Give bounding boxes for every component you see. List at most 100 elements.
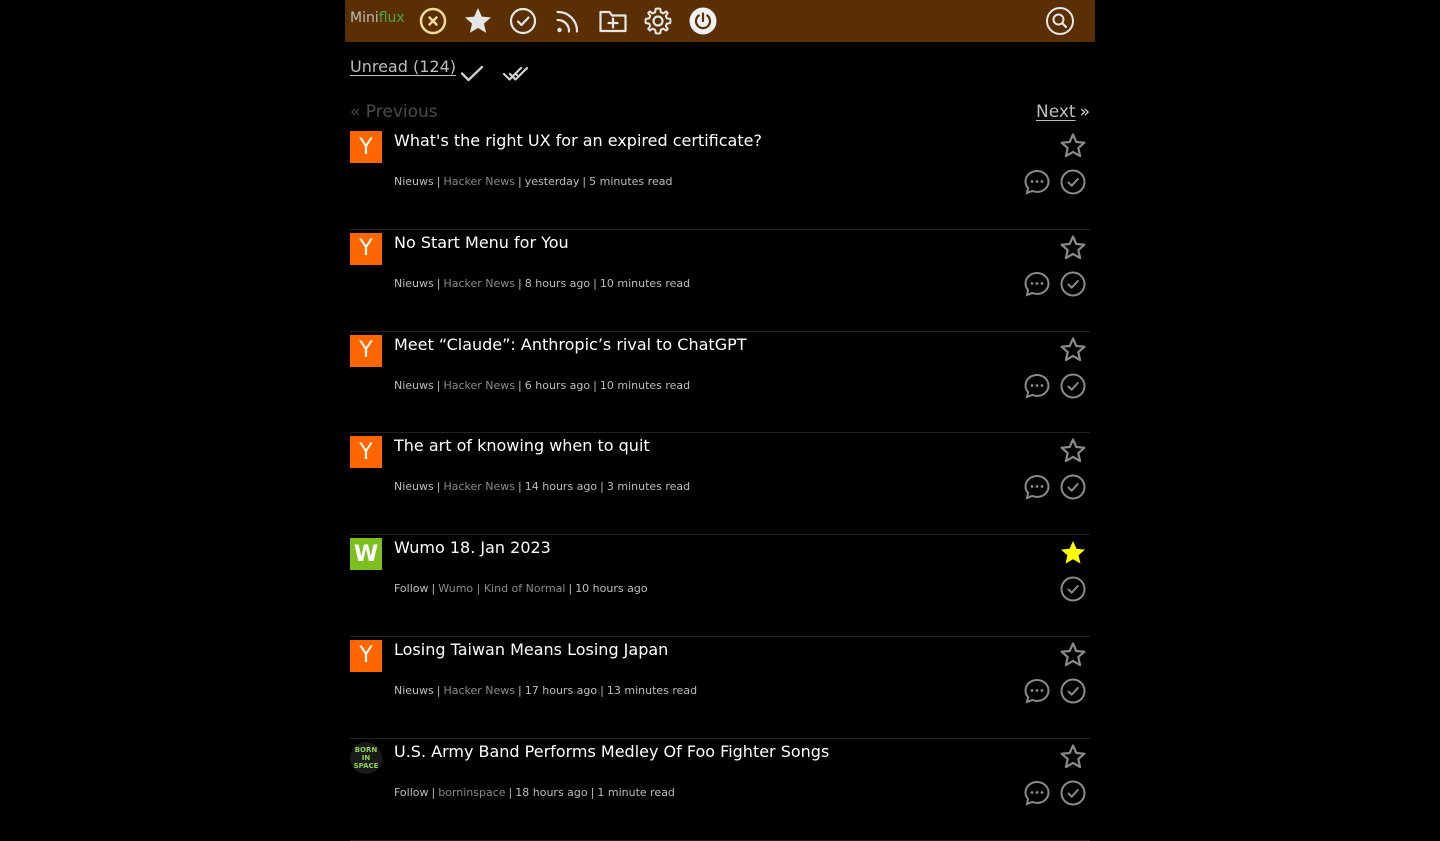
history-icon[interactable]: [507, 5, 539, 37]
entry-category-link[interactable]: Follow: [394, 582, 429, 595]
entry-category-link[interactable]: Follow: [394, 786, 429, 799]
entry-reading-time: 1 minute read: [597, 785, 675, 799]
entry-item: BORN IN SPACE U.S. Army Band Performs Med…: [350, 739, 1090, 841]
meta-separator: |: [436, 378, 441, 392]
entry-title-link[interactable]: What's the right UX for an expired certi…: [394, 131, 762, 150]
unread-icon[interactable]: [417, 5, 449, 37]
entry-date: yesterday: [524, 175, 580, 188]
comments-icon[interactable]: [1022, 167, 1052, 197]
feeds-icon[interactable]: [552, 5, 584, 37]
entry-item: Y Meet “Claude”: Anthropic’s rival to Cha…: [350, 332, 1090, 434]
mark-read-icon[interactable]: [1058, 371, 1088, 401]
mark-all-read-button[interactable]: [502, 59, 530, 87]
mark-read-icon[interactable]: [1058, 574, 1088, 604]
meta-separator: |: [518, 480, 522, 494]
meta-separator: |: [593, 276, 597, 290]
meta-separator: |: [431, 582, 436, 596]
comments-icon[interactable]: [1022, 676, 1052, 706]
app-logo[interactable]: Miniflux: [350, 10, 405, 26]
entry-reading-time: 10 minutes read: [599, 276, 691, 290]
meta-separator: |: [590, 785, 595, 799]
entry-date: 14 hours ago: [524, 480, 598, 494]
entry-title-link[interactable]: Losing Taiwan Means Losing Japan: [394, 640, 668, 659]
meta-separator: |: [431, 785, 436, 799]
comments-icon[interactable]: [1022, 269, 1052, 299]
star-icon[interactable]: [1058, 640, 1088, 670]
logout-icon[interactable]: [687, 5, 719, 37]
entry-category-link[interactable]: Nieuws: [394, 480, 434, 493]
search-icon[interactable]: [1044, 5, 1076, 37]
mark-read-icon[interactable]: [1058, 472, 1088, 502]
meta-separator: |: [518, 378, 522, 392]
starred-icon[interactable]: [462, 5, 494, 37]
meta-separator: |: [600, 683, 604, 697]
mark-read-icon[interactable]: [1058, 269, 1088, 299]
unread-count-link[interactable]: Unread (124): [350, 57, 456, 76]
mark-read-icon[interactable]: [1058, 778, 1088, 808]
settings-icon[interactable]: [642, 5, 674, 37]
meta-separator: |: [436, 480, 441, 494]
entry-reading-time: 13 minutes read: [606, 683, 698, 697]
next-page-link[interactable]: Next»: [1036, 102, 1090, 122]
entry-title-link[interactable]: Meet “Claude”: Anthropic’s rival to Chat…: [394, 335, 747, 354]
feed-icon: Y: [350, 334, 382, 367]
categories-icon[interactable]: [597, 5, 629, 37]
star-icon[interactable]: [1058, 742, 1088, 772]
comments-icon[interactable]: [1022, 371, 1052, 401]
feed-icon: Y: [350, 436, 382, 469]
feed-icon: Y: [350, 232, 382, 265]
entry-category-link[interactable]: Nieuws: [394, 379, 434, 392]
entry-date: 6 hours ago: [524, 378, 591, 392]
top-navigation-bar: Miniflux: [345, 0, 1095, 42]
starred-star-icon[interactable]: [1058, 538, 1088, 568]
entry-reading-time: 10 minutes read: [599, 378, 691, 392]
star-icon[interactable]: [1058, 436, 1088, 466]
entry-category-link[interactable]: Nieuws: [394, 175, 434, 188]
meta-separator: |: [582, 175, 587, 188]
meta-separator: |: [436, 276, 441, 290]
mark-page-read-button[interactable]: [458, 59, 486, 87]
entry-meta: Follow | borninspace | 18 hours ago | 1 minute…: [394, 786, 675, 799]
star-icon[interactable]: [1058, 335, 1088, 365]
entry-feed-link[interactable]: Hacker News: [443, 480, 515, 493]
entry-meta: Nieuws | Hacker News | 17 hours ago | 13 minut…: [394, 684, 697, 697]
entry-title-link[interactable]: U.S. Army Band Performs Medley Of Foo Fi…: [394, 742, 829, 761]
meta-separator: |: [436, 175, 441, 188]
comments-icon[interactable]: [1022, 472, 1052, 502]
entry-reading-time: 3 minutes read: [606, 480, 691, 494]
entry-item: Y Losing Taiwan Means Losing Japan Nieuws |…: [350, 637, 1090, 739]
entry-title-link[interactable]: No Start Menu for You: [394, 233, 569, 252]
entry-item: Y No Start Menu for You Nieuws | Hacker News…: [350, 230, 1090, 332]
star-icon[interactable]: [1058, 131, 1088, 161]
mark-read-icon[interactable]: [1058, 676, 1088, 706]
mark-read-icon[interactable]: [1058, 167, 1088, 197]
entry-list: Y What's the right UX for an expired cert…: [350, 128, 1090, 841]
app-container: Miniflux Unread (124) « Previous Next » …: [345, 0, 1095, 841]
entry-item: W Wumo 18. Jan 2023 Follow | Wumo | Kind of …: [350, 535, 1090, 637]
entry-feed-link[interactable]: Hacker News: [443, 175, 515, 188]
entry-meta: Follow | Wumo | Kind of Normal | 10 hours ag…: [394, 582, 648, 595]
comments-icon[interactable]: [1022, 778, 1052, 808]
entry-feed-link[interactable]: Hacker News: [443, 379, 515, 392]
meta-separator: |: [508, 785, 513, 799]
entry-title-link[interactable]: Wumo 18. Jan 2023: [394, 538, 551, 557]
entry-item: Y The art of knowing when to quit Nieuws | H…: [350, 433, 1090, 536]
check-icon: [460, 65, 484, 82]
meta-separator: |: [518, 175, 522, 188]
entry-feed-link[interactable]: Wumo | Kind of Normal: [438, 582, 565, 595]
entry-feed-link[interactable]: borninspace: [438, 786, 505, 799]
entry-item: Y What's the right UX for an expired cert…: [350, 128, 1090, 230]
meta-separator: |: [518, 276, 522, 290]
meta-separator: |: [568, 582, 573, 596]
entry-meta: Nieuws | Hacker News | yesterday | 5 minutes r…: [394, 175, 672, 188]
entry-date: 18 hours ago: [515, 785, 588, 799]
entry-meta: Nieuws | Hacker News | 14 hours ago | 3 minute…: [394, 480, 690, 493]
entry-category-link[interactable]: Nieuws: [394, 277, 434, 290]
star-icon[interactable]: [1058, 233, 1088, 263]
entry-title-link[interactable]: The art of knowing when to quit: [394, 436, 650, 455]
entry-feed-link[interactable]: Hacker News: [443, 684, 515, 697]
entry-category-link[interactable]: Nieuws: [394, 684, 434, 697]
entry-date: 10 hours ago: [575, 582, 648, 596]
double-check-icon: [502, 66, 529, 81]
entry-feed-link[interactable]: Hacker News: [443, 277, 515, 290]
